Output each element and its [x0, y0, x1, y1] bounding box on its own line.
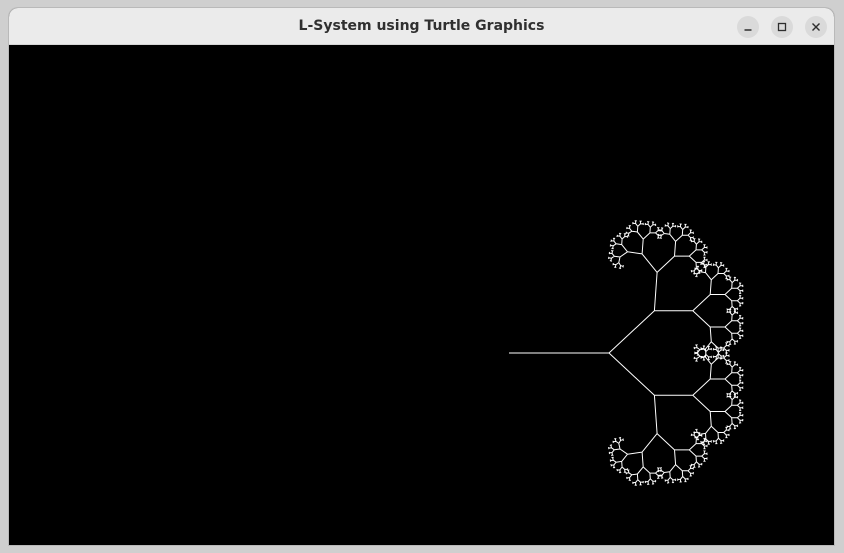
turtle-canvas[interactable] [9, 45, 834, 545]
maximize-icon [777, 22, 787, 32]
title-bar[interactable]: L-System using Turtle Graphics [9, 8, 834, 45]
close-button[interactable] [805, 16, 827, 38]
maximize-button[interactable] [771, 16, 793, 38]
app-window: L-System using Turtle Graphics [9, 8, 834, 545]
close-icon [812, 23, 820, 31]
window-title: L-System using Turtle Graphics [298, 18, 545, 34]
minimize-button[interactable] [737, 16, 759, 38]
fractal-tree-drawing [509, 220, 744, 486]
fractal-branches [509, 220, 744, 486]
minimize-icon [744, 29, 752, 31]
